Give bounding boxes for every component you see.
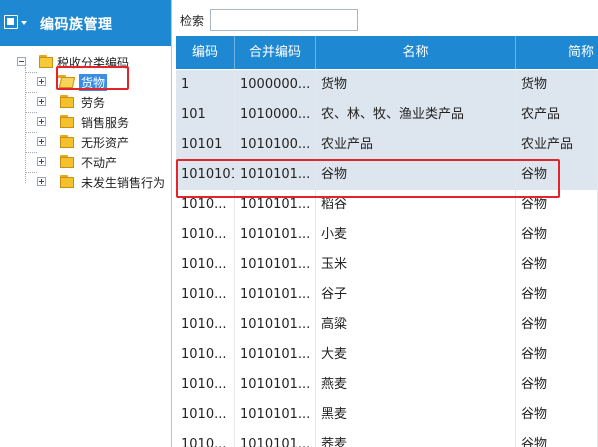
column-header-abbr[interactable]: 简称 (516, 36, 598, 69)
expand-icon[interactable] (37, 77, 46, 86)
tree-item-label: 劳务 (81, 96, 106, 110)
expand-icon[interactable] (37, 157, 46, 166)
folder-icon (59, 175, 74, 188)
expand-icon[interactable] (37, 97, 46, 106)
grid-header: 编码 合并编码 名称 简称 (176, 36, 598, 69)
table-cell-abbr: 谷物 (516, 280, 598, 310)
table-row[interactable]: 1010... 1010101... 小麦 谷物 (176, 220, 598, 250)
table-row[interactable]: 1 1000000... 货物 货物 (176, 70, 598, 100)
table-cell-merged: 1010101... (235, 220, 316, 250)
table-cell-abbr: 谷物 (516, 310, 598, 340)
table-cell-merged: 1010101... (235, 400, 316, 430)
table-cell-name: 荞麦 (316, 430, 516, 447)
table-row[interactable]: 1010... 1010101... 燕麦 谷物 (176, 370, 598, 400)
table-cell-merged: 1000000... (235, 70, 316, 100)
panel-menu-icon[interactable] (4, 15, 30, 33)
search-input[interactable] (210, 9, 358, 31)
table-cell-name: 农业产品 (316, 130, 516, 160)
table-cell-code: 1010... (176, 430, 235, 447)
table-cell-merged: 1010101... (235, 340, 316, 370)
column-header-code[interactable]: 编码 (176, 36, 235, 69)
folder-icon (59, 95, 74, 108)
table-row[interactable]: 1010... 1010101... 高粱 谷物 (176, 310, 598, 340)
table-cell-abbr: 谷物 (516, 430, 598, 447)
table-cell-name: 货物 (316, 70, 516, 100)
table-cell-merged: 1010101... (235, 310, 316, 340)
folder-icon (38, 55, 53, 68)
table-cell-name: 小麦 (316, 220, 516, 250)
table-cell-code: 1010... (176, 340, 235, 370)
table-cell-name: 燕麦 (316, 370, 516, 400)
table-cell-code: 10101 (176, 130, 235, 160)
highlight-box-row (176, 159, 560, 198)
expand-icon[interactable] (37, 137, 46, 146)
table-cell-name: 高粱 (316, 310, 516, 340)
table-cell-abbr: 农业产品 (516, 130, 598, 160)
table-row[interactable]: 1010... 1010101... 大麦 谷物 (176, 340, 598, 370)
table-row[interactable]: 1010... 1010101... 荞麦 谷物 (176, 430, 598, 447)
table-row[interactable]: 10101 1010100... 农业产品 农业产品 (176, 130, 598, 160)
table-cell-name: 谷子 (316, 280, 516, 310)
table-cell-abbr: 农产品 (516, 100, 598, 130)
table-row[interactable]: 1010... 1010101... 黑麦 谷物 (176, 400, 598, 430)
expand-icon[interactable] (37, 117, 46, 126)
table-row[interactable]: 101 1010000... 农、林、牧、渔业类产品 农产品 (176, 100, 598, 130)
table-cell-merged: 1010100... (235, 130, 316, 160)
table-cell-code: 1010... (176, 370, 235, 400)
search-bar: 检索 (172, 0, 598, 36)
table-cell-name: 农、林、牧、渔业类产品 (316, 100, 516, 130)
left-panel: 编码族管理 税收分类编码 货物 劳务 销售服务 无形资产 不动产 未发生销售行为 (0, 0, 172, 447)
search-label: 检索 (180, 14, 205, 28)
highlight-box-tree (56, 66, 129, 90)
table-cell-abbr: 谷物 (516, 220, 598, 250)
table-cell-name: 黑麦 (316, 400, 516, 430)
tree-item-label: 销售服务 (81, 116, 130, 130)
table-cell-merged: 1010101... (235, 430, 316, 447)
tree-item-label: 无形资产 (81, 136, 130, 150)
table-cell-abbr: 谷物 (516, 340, 598, 370)
table-row[interactable]: 1010... 1010101... 谷子 谷物 (176, 280, 598, 310)
table-cell-merged: 1010101... (235, 250, 316, 280)
table-cell-abbr: 货物 (516, 70, 598, 100)
column-header-merged-code[interactable]: 合并编码 (235, 36, 316, 69)
table-cell-abbr: 谷物 (516, 400, 598, 430)
table-cell-code: 1010... (176, 310, 235, 340)
tree-item-label: 未发生销售行为 (81, 176, 166, 190)
collapse-icon[interactable] (17, 57, 26, 66)
folder-icon (59, 115, 74, 128)
table-cell-code: 1010... (176, 250, 235, 280)
left-panel-header: 编码族管理 (0, 0, 171, 46)
table-cell-merged: 1010000... (235, 100, 316, 130)
expand-icon[interactable] (37, 177, 46, 186)
table-cell-name: 玉米 (316, 250, 516, 280)
table-cell-code: 101 (176, 100, 235, 130)
table-cell-merged: 1010101... (235, 370, 316, 400)
table-cell-code: 1010... (176, 400, 235, 430)
table-cell-abbr: 谷物 (516, 250, 598, 280)
table-cell-code: 1010... (176, 220, 235, 250)
table-cell-code: 1010... (176, 280, 235, 310)
table-cell-merged: 1010101... (235, 280, 316, 310)
table-cell-name: 大麦 (316, 340, 516, 370)
code-grid: 编码 合并编码 名称 简称 1 1000000... 货物 货物 101 1010000.… (176, 36, 598, 447)
folder-icon (59, 155, 74, 168)
table-row[interactable]: 1010... 1010101... 玉米 谷物 (176, 250, 598, 280)
panel-title: 编码族管理 (40, 17, 113, 33)
tree-item-label: 不动产 (81, 156, 118, 170)
table-cell-abbr: 谷物 (516, 370, 598, 400)
column-header-name[interactable]: 名称 (316, 36, 516, 69)
table-cell-code: 1 (176, 70, 235, 100)
folder-icon (59, 135, 74, 148)
